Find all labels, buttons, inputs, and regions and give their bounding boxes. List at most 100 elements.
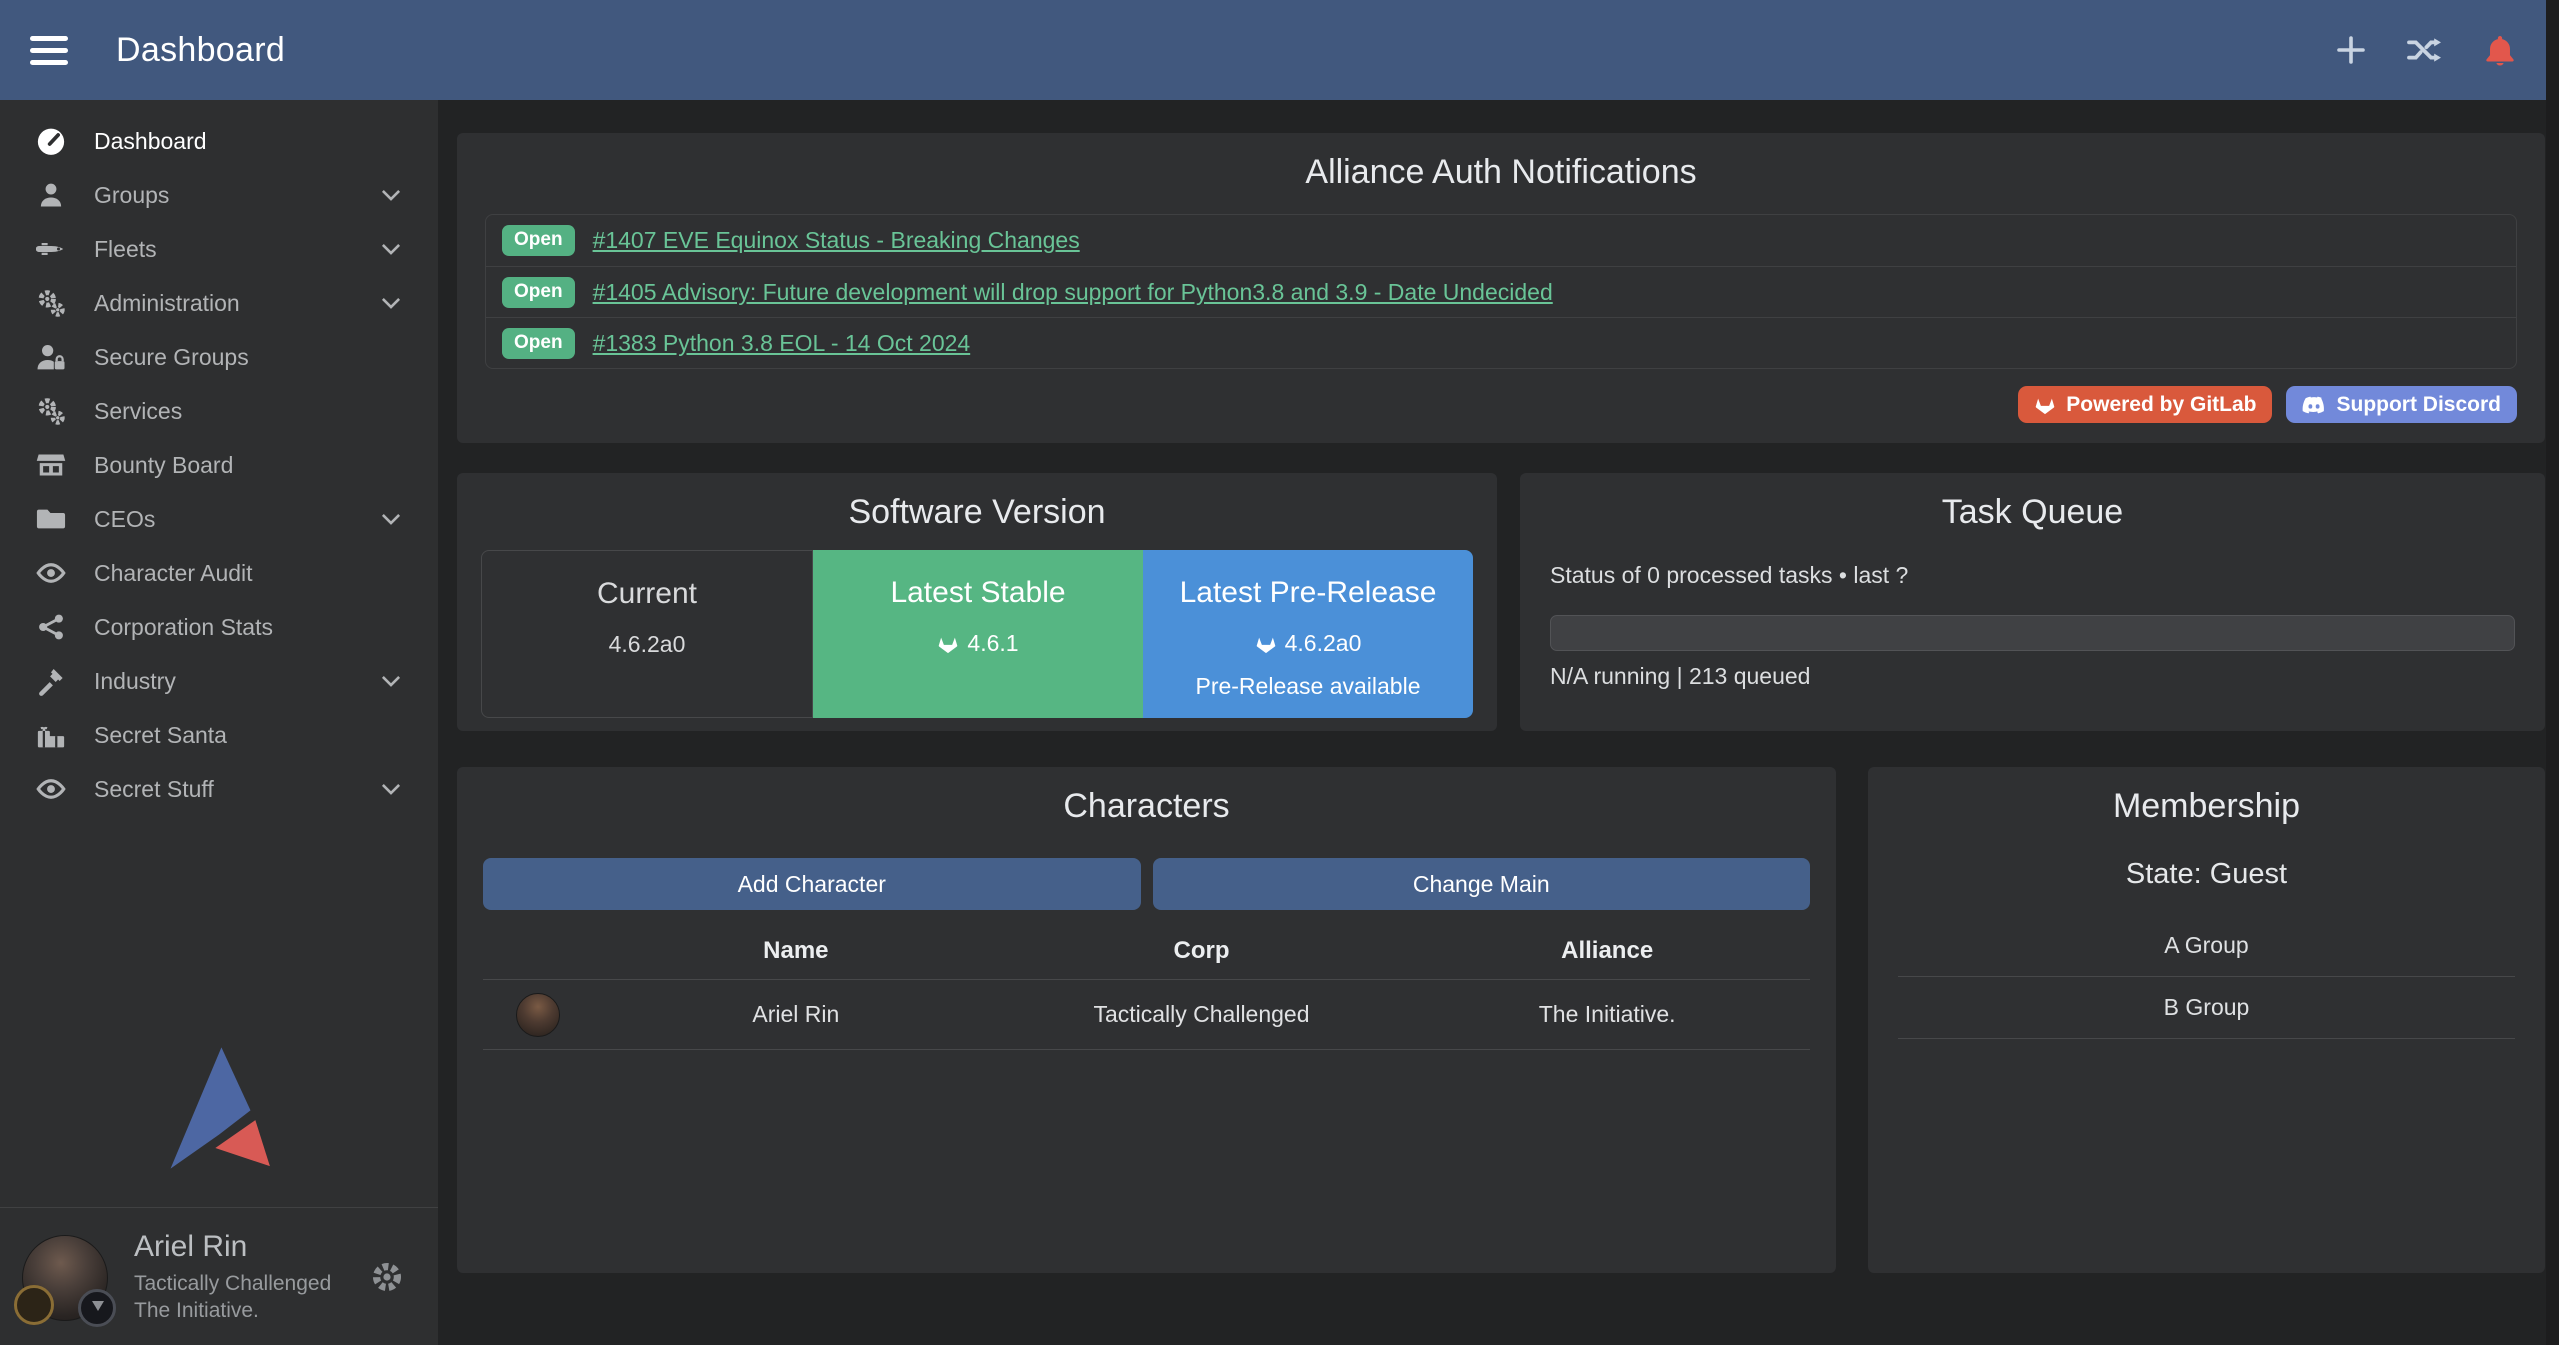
gitlab-badge[interactable]: Powered by GitLab — [2018, 386, 2272, 423]
user-name: Ariel Rin — [134, 1228, 331, 1266]
tile-label: Current — [597, 577, 697, 611]
sidebar-item-industry[interactable]: Industry — [0, 654, 438, 708]
notification-link[interactable]: #1405 Advisory: Future development will … — [593, 279, 1553, 306]
discord-badge[interactable]: Support Discord — [2286, 386, 2517, 423]
corp-logo-badge — [14, 1285, 54, 1325]
status-badge: Open — [502, 328, 575, 359]
sidebar-item-label: Bounty Board — [94, 452, 233, 479]
sidebar-item-administration[interactable]: Administration — [0, 276, 438, 330]
add-character-button[interactable]: Add Character — [483, 858, 1141, 910]
store-icon — [30, 450, 72, 480]
sidebar-item-fleets[interactable]: Fleets — [0, 222, 438, 276]
tile-note: Pre-Release available — [1195, 673, 1420, 700]
sidebar: Dashboard Groups Fleets Administra — [0, 100, 438, 1345]
notification-link[interactable]: #1407 EVE Equinox Status - Breaking Chan… — [593, 227, 1080, 254]
notification-row: Open #1407 EVE Equinox Status - Breaking… — [486, 215, 2516, 266]
folder-icon — [30, 504, 72, 534]
notifications-title: Alliance Auth Notifications — [457, 133, 2545, 192]
gitlab-icon — [937, 633, 959, 655]
notification-bell-icon[interactable] — [2483, 33, 2517, 67]
sidebar-item-label: Fleets — [94, 236, 157, 263]
sidebar-item-label: Secret Stuff — [94, 776, 214, 803]
user-avatar — [22, 1227, 110, 1327]
chevron-down-icon — [378, 506, 404, 532]
sidebar-item-secret-santa[interactable]: Secret Santa — [0, 708, 438, 762]
tile-version: 4.6.2a0 — [609, 631, 686, 658]
alliance-auth-logo — [158, 1045, 280, 1171]
sidebar-item-label: Dashboard — [94, 128, 207, 155]
notification-row: Open #1383 Python 3.8 EOL - 14 Oct 2024 — [486, 317, 2516, 368]
group-list-item: A Group — [1898, 915, 2515, 977]
shuffle-icon[interactable] — [2407, 34, 2443, 66]
characters-panel: Characters Add Character Change Main Nam… — [457, 767, 1836, 1273]
task-queue-status: Status of 0 processed tasks • last ? — [1550, 562, 2515, 589]
gitlab-badge-label: Powered by GitLab — [2066, 393, 2256, 417]
status-badge: Open — [502, 277, 575, 308]
sidebar-item-label: CEOs — [94, 506, 155, 533]
discord-badge-label: Support Discord — [2336, 393, 2501, 417]
sidebar-item-secret-stuff[interactable]: Secret Stuff — [0, 762, 438, 816]
sidebar-menu: Dashboard Groups Fleets Administra — [0, 100, 438, 816]
task-queue-counts: N/A running | 213 queued — [1550, 663, 2515, 690]
gears-icon — [30, 288, 72, 318]
eye-icon — [30, 774, 72, 804]
tachometer-icon — [30, 126, 72, 156]
user-lock-icon — [30, 342, 72, 372]
gear-icon[interactable] — [370, 1260, 404, 1294]
sidebar-item-secure-groups[interactable]: Secure Groups — [0, 330, 438, 384]
sidebar-item-label: Character Audit — [94, 560, 253, 587]
software-version-title: Software Version — [457, 473, 1497, 532]
task-queue-panel: Task Queue Status of 0 processed tasks •… — [1520, 473, 2545, 731]
user-alliance: The Initiative. — [134, 1298, 331, 1325]
version-tile-stable: Latest Stable 4.6.1 — [813, 550, 1143, 718]
notifications-list: Open #1407 EVE Equinox Status - Breaking… — [485, 214, 2517, 369]
notification-link[interactable]: #1383 Python 3.8 EOL - 14 Oct 2024 — [593, 330, 971, 357]
hammer-icon — [30, 666, 72, 696]
sidebar-item-label: Secret Santa — [94, 722, 227, 749]
sidebar-item-services[interactable]: Services — [0, 384, 438, 438]
sidebar-item-ceos[interactable]: CEOs — [0, 492, 438, 546]
change-main-button[interactable]: Change Main — [1153, 858, 1811, 910]
alliance-logo-badge — [78, 1289, 116, 1327]
sidebar-item-groups[interactable]: Groups — [0, 168, 438, 222]
page-scrollbar[interactable] — [2546, 0, 2559, 1345]
group-list-item: B Group — [1898, 977, 2515, 1039]
sidebar-item-bounty-board[interactable]: Bounty Board — [0, 438, 438, 492]
version-tile-current: Current 4.6.2a0 — [481, 550, 813, 718]
shuttle-icon — [30, 234, 72, 264]
external-badges: Powered by GitLab Support Discord — [2018, 386, 2517, 423]
version-tile-prerelease: Latest Pre-Release 4.6.2a0 Pre-Release a… — [1143, 550, 1473, 718]
hamburger-menu-icon[interactable] — [30, 36, 68, 65]
add-icon[interactable] — [2335, 34, 2367, 66]
character-alliance: The Initiative. — [1404, 1001, 1810, 1028]
sidebar-item-label: Industry — [94, 668, 176, 695]
sidebar-item-dashboard[interactable]: Dashboard — [0, 114, 438, 168]
character-corp: Tactically Challenged — [999, 1001, 1405, 1028]
notification-row: Open #1405 Advisory: Future development … — [486, 266, 2516, 317]
main-content: Alliance Auth Notifications Open #1407 E… — [438, 100, 2559, 1345]
tile-version: 4.6.1 — [967, 630, 1018, 657]
chevron-down-icon — [378, 182, 404, 208]
navbar-actions — [2335, 33, 2517, 67]
character-name: Ariel Rin — [593, 1001, 999, 1028]
table-row: Ariel Rin Tactically Challenged The Init… — [483, 980, 1810, 1050]
gitlab-icon — [1255, 633, 1277, 655]
user-icon — [30, 181, 72, 209]
gitlab-icon — [2034, 394, 2056, 416]
chevron-down-icon — [378, 236, 404, 262]
software-version-panel: Software Version Current 4.6.2a0 Latest … — [457, 473, 1497, 731]
sidebar-item-label: Secure Groups — [94, 344, 249, 371]
sidebar-item-corporation-stats[interactable]: Corporation Stats — [0, 600, 438, 654]
tile-label: Latest Pre-Release — [1180, 576, 1437, 610]
column-header-name: Name — [593, 937, 999, 965]
sidebar-item-label: Groups — [94, 182, 169, 209]
membership-panel: Membership State: Guest A Group B Group — [1868, 767, 2545, 1273]
chevron-down-icon — [378, 668, 404, 694]
characters-title: Characters — [457, 767, 1836, 826]
tile-label: Latest Stable — [890, 576, 1065, 610]
character-avatar — [516, 993, 560, 1037]
membership-state: State: Guest — [1868, 858, 2545, 891]
user-panel: Ariel Rin Tactically Challenged The Init… — [0, 1207, 438, 1345]
discord-icon — [2302, 395, 2326, 415]
sidebar-item-character-audit[interactable]: Character Audit — [0, 546, 438, 600]
